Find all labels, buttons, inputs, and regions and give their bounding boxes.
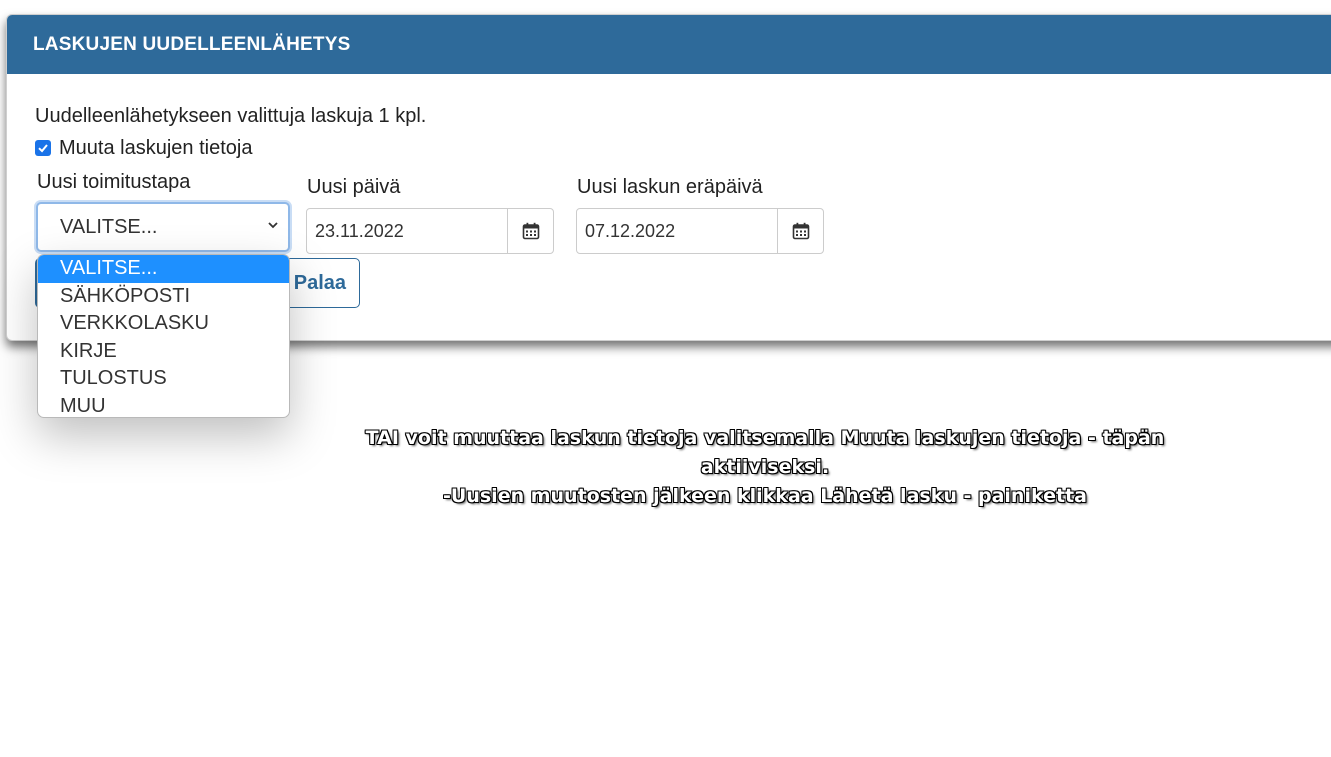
selected-count-text: Uudelleenlähetykseen valittuja laskuja 1… — [35, 105, 427, 127]
instruction-annotation: TAI voit muuttaa laskun tietoja valitsem… — [300, 424, 1230, 511]
due-date-field: 07.12.2022 — [576, 208, 824, 254]
check-icon — [38, 143, 48, 152]
instruction-line: aktiiviseksi. — [700, 456, 830, 478]
due-date-input[interactable]: 07.12.2022 — [577, 209, 778, 253]
dropdown-option[interactable]: SÄHKÖPOSTI — [38, 283, 289, 311]
dropdown-option[interactable]: VERKKOLASKU — [38, 310, 289, 338]
chevron-down-icon — [268, 222, 278, 229]
change-details-checkbox[interactable] — [35, 139, 51, 156]
due-date-label: Uusi laskun eräpäivä — [577, 176, 763, 198]
delivery-method-value: VALITSE... — [60, 215, 158, 238]
new-date-input[interactable]: 23.11.2022 — [307, 209, 508, 253]
calendar-icon — [522, 222, 539, 240]
dropdown-option[interactable]: KIRJE — [38, 338, 289, 366]
delivery-method-label: Uusi toimitustapa — [37, 171, 191, 193]
calendar-icon — [792, 222, 809, 240]
new-date-field: 23.11.2022 — [306, 208, 554, 254]
change-details-label: Muuta laskujen tietoja — [59, 137, 253, 159]
dialog-title: LASKUJEN UUDELLEENLÄHETYS — [7, 15, 1331, 74]
due-date-calendar-button[interactable] — [778, 209, 823, 253]
dropdown-option[interactable]: MUU — [38, 393, 289, 418]
dropdown-option[interactable]: TULOSTUS — [38, 365, 289, 393]
instruction-line: -Uusien muutosten jälkeen klikkaa Lähetä… — [443, 485, 1087, 507]
new-date-calendar-button[interactable] — [508, 209, 553, 253]
delivery-method-select[interactable]: VALITSE... — [36, 202, 290, 252]
dropdown-option[interactable]: VALITSE... — [38, 255, 289, 283]
new-date-label: Uusi päivä — [307, 176, 401, 198]
instruction-line: TAI voit muuttaa laskun tietoja valitsem… — [365, 427, 1165, 449]
delivery-method-dropdown[interactable]: VALITSE... SÄHKÖPOSTI VERKKOLASKU KIRJE … — [37, 254, 290, 418]
change-details-checkbox-row[interactable]: Muuta laskujen tietoja — [35, 137, 252, 160]
